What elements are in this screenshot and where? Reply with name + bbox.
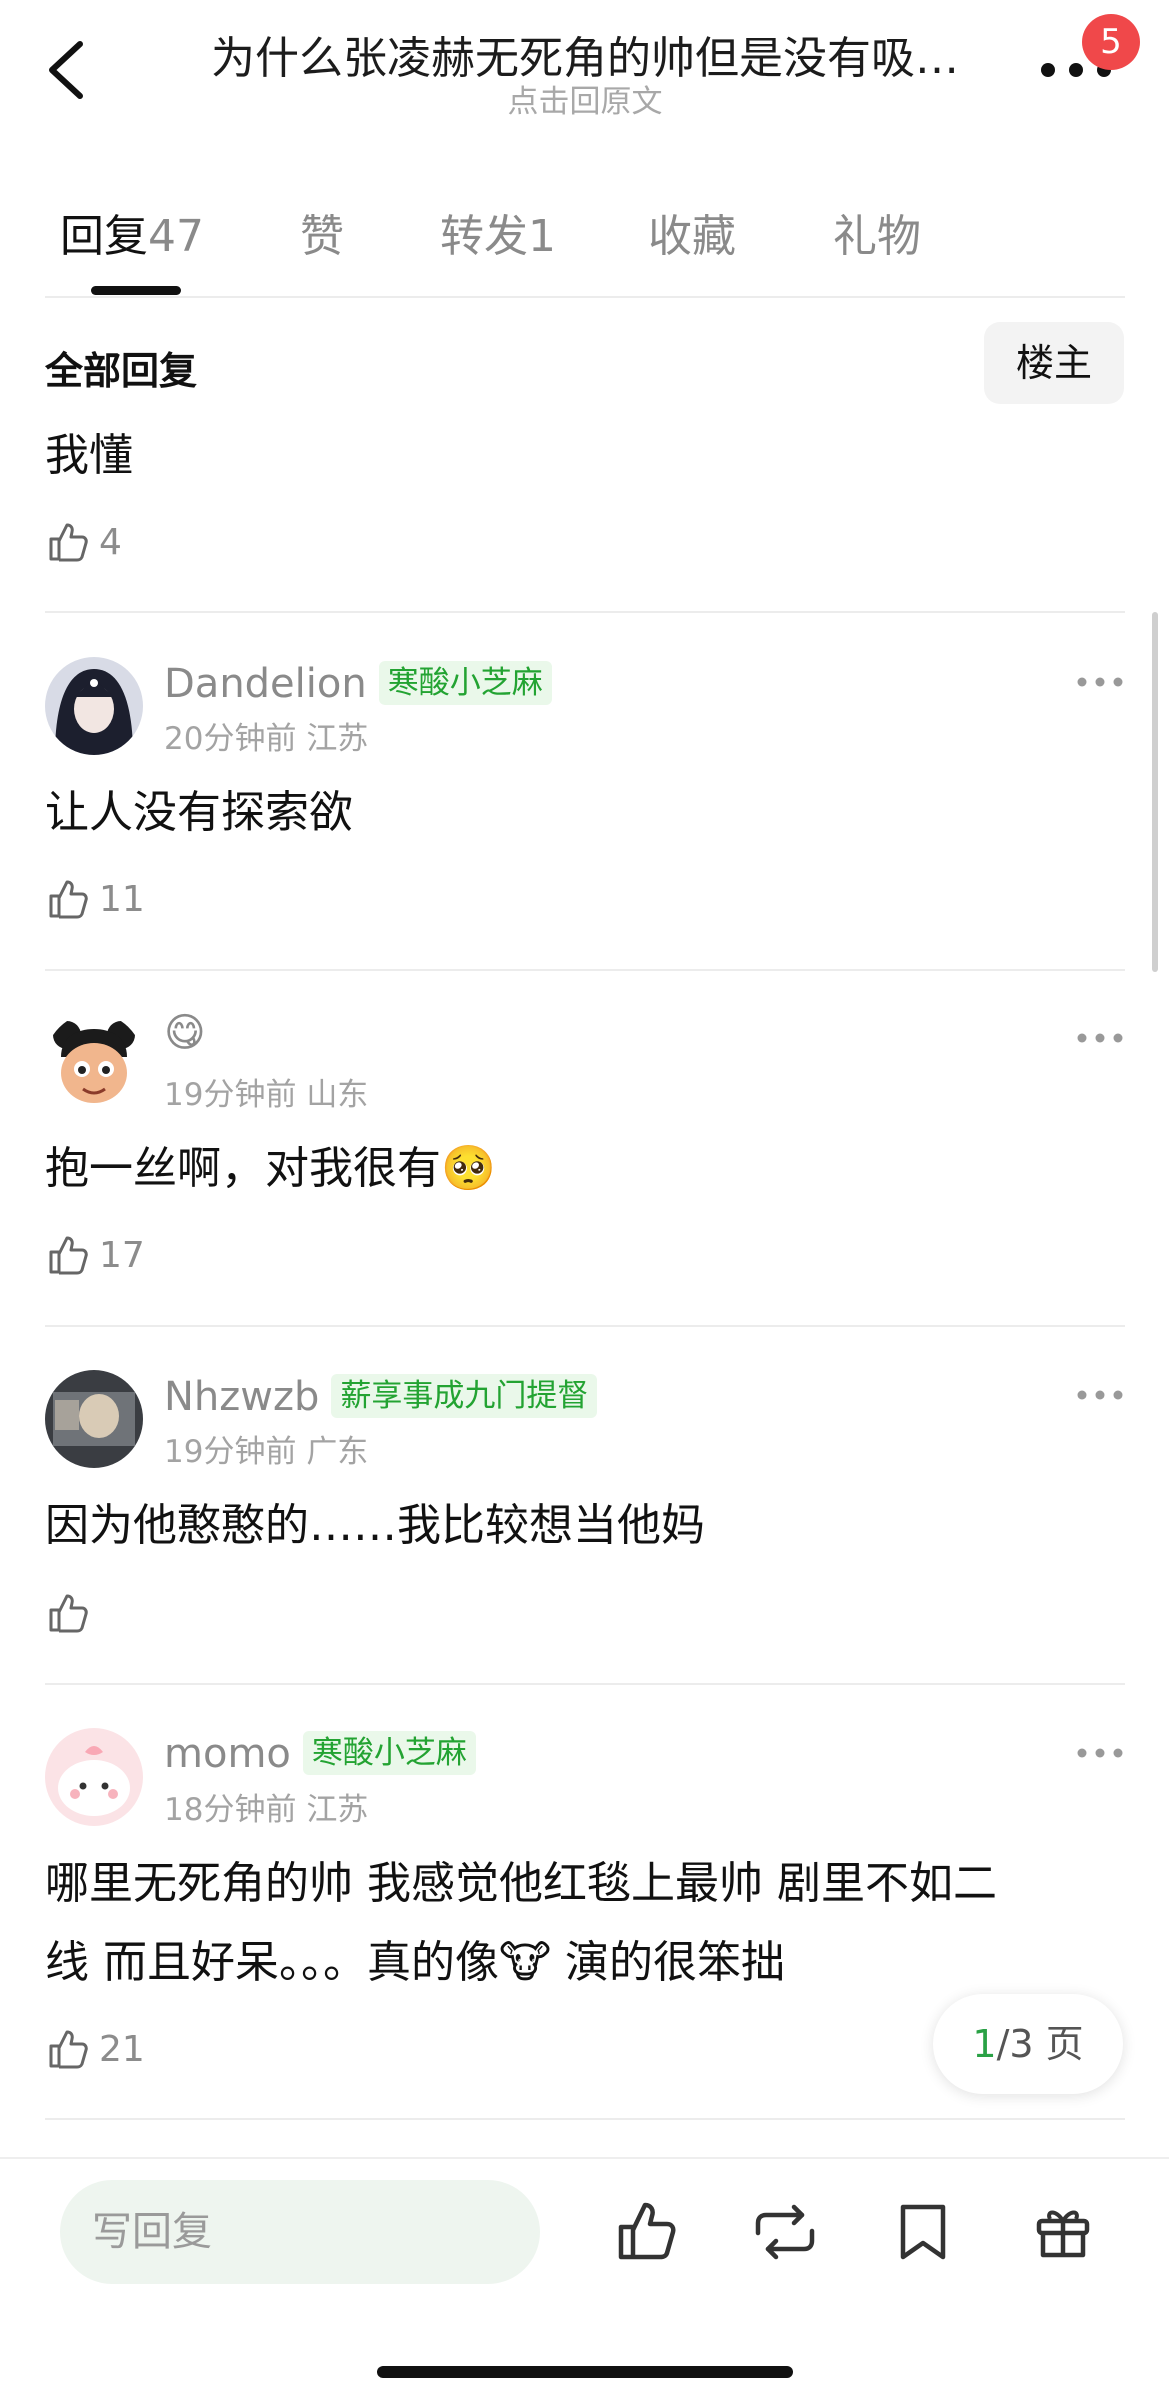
repost-icon bbox=[755, 2204, 815, 2260]
active-tab-indicator bbox=[91, 286, 181, 295]
divider bbox=[45, 969, 1125, 971]
like-button[interactable]: 4 bbox=[45, 517, 122, 567]
comment-time: 19分钟前 bbox=[164, 1077, 297, 1113]
comment-time: 20分钟前 bbox=[164, 721, 297, 757]
like-count: 21 bbox=[99, 2028, 145, 2070]
comment-time: 18分钟前 bbox=[164, 1792, 297, 1828]
thumbs-up-icon bbox=[49, 1236, 88, 1275]
comment-text: 让人没有探索欲 bbox=[45, 787, 353, 838]
comment-meta: 18分钟前 江苏 bbox=[164, 1784, 368, 1829]
divider bbox=[45, 296, 1125, 298]
chevron-left-icon bbox=[49, 41, 83, 99]
tab-label: 礼物 bbox=[833, 211, 921, 262]
bookmark-icon bbox=[900, 2204, 946, 2260]
tab-replies[interactable]: 回复47 bbox=[60, 200, 204, 264]
thumbs-up-icon bbox=[49, 1594, 88, 1633]
username[interactable]: momo bbox=[164, 1731, 291, 1777]
username[interactable]: 😋 bbox=[164, 1010, 206, 1056]
divider bbox=[45, 611, 1125, 613]
comment-author[interactable]: Nhzwzb 薪享事成九门提督 bbox=[164, 1370, 598, 1420]
more-icon bbox=[1077, 1033, 1123, 1043]
page-indicator[interactable]: 1/3 页 bbox=[933, 1994, 1123, 2094]
comment-more-button[interactable] bbox=[1076, 1030, 1124, 1044]
avatar[interactable] bbox=[45, 1013, 143, 1111]
like-button[interactable]: 11 bbox=[45, 874, 145, 924]
tab-gifts[interactable]: 礼物 bbox=[833, 200, 921, 264]
home-indicator[interactable] bbox=[377, 2366, 793, 2378]
gift-icon bbox=[1036, 2210, 1090, 2258]
tab-likes[interactable]: 赞 bbox=[300, 200, 344, 264]
like-count: 4 bbox=[99, 521, 122, 563]
tab-label: 赞 bbox=[300, 211, 344, 262]
scrollbar[interactable] bbox=[1152, 612, 1158, 972]
like-button[interactable]: 17 bbox=[45, 1230, 145, 1280]
repost-button[interactable] bbox=[750, 2197, 820, 2267]
comment-text-line-2: 线 而且好呆。。。真的像🐮 演的很笨拙 bbox=[45, 1937, 786, 1988]
user-tag: 薪享事成九门提督 bbox=[331, 1374, 598, 1418]
thumbs-up-icon bbox=[49, 523, 88, 562]
like-count: 11 bbox=[99, 878, 145, 920]
comment-time: 19分钟前 bbox=[164, 1434, 297, 1470]
comment-location: 广东 bbox=[306, 1434, 369, 1470]
more-icon bbox=[1077, 1390, 1123, 1400]
comment-meta: 20分钟前 江苏 bbox=[164, 713, 368, 758]
avatar[interactable] bbox=[45, 1370, 143, 1468]
thumbs-up-icon bbox=[49, 2030, 88, 2069]
comment-meta: 19分钟前 广东 bbox=[164, 1426, 368, 1471]
tab-count: 1 bbox=[528, 211, 556, 262]
user-tag: 寒酸小芝麻 bbox=[378, 661, 552, 705]
comment-author[interactable]: Dandelion 寒酸小芝麻 bbox=[164, 657, 552, 707]
comment-text-line-1: 哪里无死角的帅 我感觉他红毯上最帅 剧里不如二 bbox=[45, 1858, 997, 1909]
back-to-original-link[interactable]: 点击回原文 bbox=[170, 76, 1000, 121]
divider bbox=[45, 1683, 1125, 1685]
comment-location: 江苏 bbox=[306, 721, 369, 757]
tab-reposts[interactable]: 转发1 bbox=[440, 200, 556, 264]
username[interactable]: Dandelion bbox=[164, 661, 367, 707]
tab-favorites[interactable]: 收藏 bbox=[648, 200, 736, 264]
comment-more-button[interactable] bbox=[1076, 1745, 1124, 1759]
back-button[interactable] bbox=[40, 30, 96, 110]
comment-more-button[interactable] bbox=[1076, 1387, 1124, 1401]
tab-label: 回复 bbox=[60, 211, 148, 262]
gift-button[interactable] bbox=[1028, 2197, 1098, 2267]
like-button[interactable]: 21 bbox=[45, 2024, 145, 2074]
owner-only-button[interactable]: 楼主 bbox=[984, 322, 1124, 404]
all-replies-label: 全部回复 bbox=[45, 349, 198, 393]
tab-count: 47 bbox=[148, 211, 204, 262]
like-count: 17 bbox=[99, 1234, 145, 1276]
reply-input[interactable] bbox=[60, 2180, 540, 2284]
comment-location: 江苏 bbox=[306, 1792, 369, 1828]
comment-location: 山东 bbox=[306, 1077, 369, 1113]
comment-more-button[interactable] bbox=[1076, 674, 1124, 688]
like-post-button[interactable] bbox=[611, 2197, 681, 2267]
comment-text: 我懂 bbox=[45, 430, 133, 481]
like-button[interactable] bbox=[45, 1588, 99, 1638]
comment-text: 因为他憨憨的……我比较想当他妈 bbox=[45, 1500, 705, 1551]
thumbs-up-icon bbox=[618, 2202, 676, 2260]
divider bbox=[45, 2118, 1125, 2120]
comment-author[interactable]: 😋 bbox=[164, 1010, 206, 1056]
username[interactable]: Nhzwzb bbox=[164, 1374, 319, 1420]
more-icon bbox=[1077, 677, 1123, 687]
current-page: 1 bbox=[972, 2022, 997, 2066]
tab-label: 转发 bbox=[440, 211, 528, 262]
bottom-bar-divider bbox=[0, 2157, 1169, 2159]
favorite-button[interactable] bbox=[888, 2197, 958, 2267]
more-icon bbox=[1077, 1748, 1123, 1758]
comment-author[interactable]: momo 寒酸小芝麻 bbox=[164, 1727, 476, 1777]
comment-meta: 19分钟前 山东 bbox=[164, 1069, 368, 1114]
user-tag: 寒酸小芝麻 bbox=[302, 1731, 476, 1775]
avatar[interactable] bbox=[45, 657, 143, 755]
comment-text: 抱一丝啊，对我很有🥺 bbox=[45, 1143, 496, 1194]
notification-badge: 5 bbox=[1082, 14, 1140, 70]
tab-label: 收藏 bbox=[648, 211, 736, 262]
total-pages: /3 页 bbox=[996, 2022, 1084, 2066]
avatar[interactable] bbox=[45, 1728, 143, 1826]
divider bbox=[45, 1325, 1125, 1327]
thumbs-up-icon bbox=[49, 880, 88, 919]
